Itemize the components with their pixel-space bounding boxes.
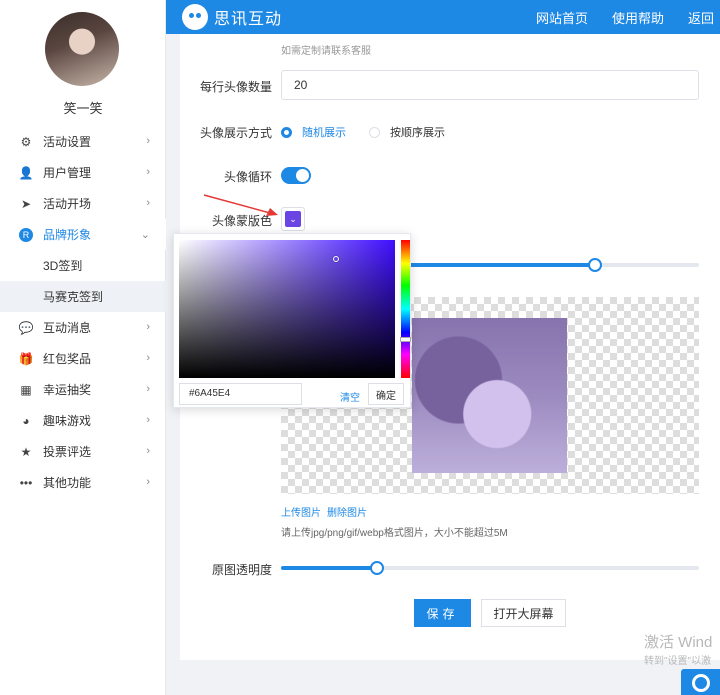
lottery-icon: ▦ — [20, 382, 32, 397]
sidebar-item-red-packets[interactable]: 🎁 红包奖品 › — [0, 343, 166, 374]
user-icon: 👤 — [18, 165, 34, 180]
sidebar-item-label: 其他功能 — [43, 476, 92, 490]
upload-tip: 请上传jpg/png/gif/webp格式图片，大小不能超过5M — [281, 528, 508, 539]
red-arrow-annotation — [203, 194, 278, 216]
activation-watermark-sub: 转到"设置"以激 — [644, 656, 712, 667]
sidebar-item-label: 红包奖品 — [43, 352, 92, 366]
sidebar-item-lottery[interactable]: ▦ 幸运抽奖 › — [0, 374, 166, 405]
sidebar-menu: ⚙ 活动设置 › 👤 用户管理 › ➤ 活动开场 › R 品牌形象 ⌄ 3D签到… — [0, 126, 166, 498]
sidebar-item-label: 品牌形象 — [43, 228, 92, 242]
chevron-right-icon: › — [146, 352, 150, 364]
hex-color-input[interactable]: #6A45E4 — [179, 383, 302, 405]
sidebar-subitem-3d-signin[interactable]: 3D签到 — [0, 250, 166, 281]
sidebar-item-activity-opening[interactable]: ➤ 活动开场 › — [0, 188, 166, 219]
per-row-label: 每行头像数量 — [199, 80, 272, 94]
sidebar-item-label: 投票评选 — [43, 445, 92, 459]
chevron-right-icon: › — [146, 445, 150, 457]
sv-cursor[interactable] — [333, 256, 339, 262]
open-big-screen-button[interactable]: 打开大屏幕 — [481, 599, 566, 627]
opacity-fill — [281, 566, 378, 570]
loop-toggle[interactable] — [281, 167, 311, 184]
nav-help-link[interactable]: 使用帮助 — [612, 8, 664, 27]
radio-random[interactable]: 随机展示 — [281, 124, 346, 140]
chevron-right-icon: › — [146, 166, 150, 178]
chevron-right-icon: › — [146, 197, 150, 209]
brand-logo[interactable]: 思讯互动 — [182, 4, 282, 30]
chevron-right-icon: › — [146, 414, 150, 426]
chevron-down-icon: ⌄ — [285, 211, 301, 227]
chevron-down-icon: ⌄ — [140, 229, 150, 241]
sidebar-item-label: 互动消息 — [43, 321, 92, 335]
opacity-label: 原图透明度 — [211, 563, 272, 577]
nav-home-link[interactable]: 网站首页 — [536, 8, 588, 27]
sidebar-item-label: 幸运抽奖 — [43, 383, 92, 397]
sidebar-item-messages[interactable]: 💬 互动消息 › — [0, 312, 166, 343]
more-icon: ••• — [19, 475, 33, 490]
sidebar-item-voting[interactable]: ★ 投票评选 › — [0, 436, 166, 467]
sidebar-item-label: 用户管理 — [43, 166, 92, 180]
radio-order[interactable]: 按顺序展示 — [369, 124, 445, 140]
save-button[interactable]: 保存 — [414, 599, 471, 627]
top-header: 思讯互动 网站首页 使用帮助 返回 — [166, 0, 720, 34]
chat-icon — [692, 674, 710, 692]
customize-hint: 如需定制请联系客服 — [281, 46, 371, 57]
preview-image — [412, 318, 567, 473]
confirm-color-button[interactable]: 确定 — [368, 383, 404, 405]
sidebar-item-brand[interactable]: R 品牌形象 ⌄ — [0, 219, 166, 250]
chevron-right-icon: › — [146, 135, 150, 147]
top-nav: 网站首页 使用帮助 返回 — [512, 0, 714, 34]
sidebar-item-games[interactable]: ◕ 趣味游戏 › — [0, 405, 166, 436]
mask-opacity-thumb[interactable] — [587, 258, 602, 272]
sidebar-item-label: 趣味游戏 — [43, 414, 92, 428]
send-icon: ➤ — [20, 196, 32, 211]
opacity-slider[interactable] — [281, 561, 699, 575]
gift-icon: 🎁 — [18, 351, 34, 366]
hue-slider[interactable] — [400, 240, 411, 378]
game-icon: ◕ — [22, 413, 30, 428]
message-icon: 💬 — [18, 320, 34, 335]
logo-icon — [182, 4, 208, 30]
color-picker-popover: #6A45E4 清空 确定 — [173, 233, 411, 408]
nav-back-link[interactable]: 返回 — [688, 8, 714, 27]
sidebar-item-other[interactable]: ••• 其他功能 › — [0, 467, 166, 498]
saturation-value-panel[interactable] — [179, 240, 395, 378]
sidebar-item-label: 活动设置 — [43, 135, 92, 149]
clear-color-button[interactable]: 清空 — [340, 389, 360, 404]
radio-random-label: 随机展示 — [302, 127, 346, 139]
chevron-right-icon: › — [146, 321, 150, 333]
avatar[interactable] — [45, 12, 119, 86]
mask-color-trigger[interactable]: ⌄ — [281, 207, 305, 231]
radio-dot — [369, 126, 380, 138]
per-row-input[interactable]: 20 — [281, 70, 699, 100]
radio-order-label: 按顺序展示 — [390, 127, 445, 139]
gears-icon: ⚙ — [20, 134, 32, 149]
chevron-right-icon: › — [146, 476, 150, 488]
delete-image-link[interactable]: 删除图片 — [327, 504, 367, 519]
sidebar-item-user-management[interactable]: 👤 用户管理 › — [0, 157, 166, 188]
sidebar: 笑一笑 ⚙ 活动设置 › 👤 用户管理 › ➤ 活动开场 › R 品牌形象 ⌄ … — [0, 0, 166, 695]
sidebar-subitem-mosaic-signin[interactable]: 马赛克签到 — [0, 281, 166, 312]
loop-label: 头像循环 — [223, 170, 272, 184]
sidebar-item-label: 活动开场 — [43, 197, 92, 211]
chevron-right-icon: › — [146, 383, 150, 395]
hue-thumb[interactable] — [400, 337, 411, 342]
display-mode-label: 头像展示方式 — [199, 126, 272, 140]
sidebar-item-activity-settings[interactable]: ⚙ 活动设置 › — [0, 126, 166, 157]
radio-dot — [281, 126, 292, 138]
username: 笑一笑 — [63, 101, 103, 116]
brand-icon: R — [19, 227, 33, 242]
brand-name: 思讯互动 — [214, 11, 283, 28]
upload-image-link[interactable]: 上传图片 — [281, 504, 321, 519]
activation-watermark: 激活 Wind — [644, 634, 713, 651]
star-icon: ★ — [20, 444, 32, 459]
chat-button[interactable] — [681, 669, 720, 695]
